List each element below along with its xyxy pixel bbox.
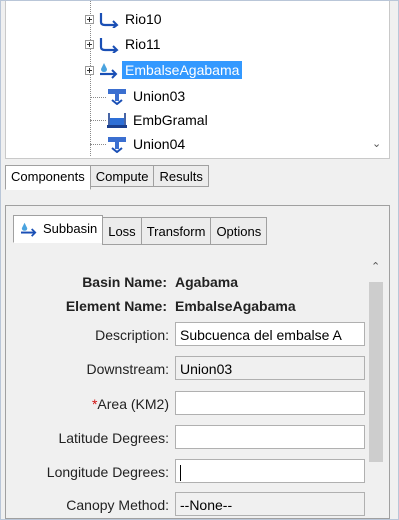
expand-icon[interactable] bbox=[85, 39, 94, 49]
tree-item-embalseagabama[interactable]: EmbalseAgabama bbox=[85, 59, 243, 81]
area-label-text: Area (KM2) bbox=[97, 396, 169, 412]
panel-tab-row: Components Compute Results bbox=[5, 165, 209, 190]
area-field[interactable] bbox=[175, 391, 365, 415]
junction-icon bbox=[108, 137, 126, 153]
tab-loss[interactable]: Loss bbox=[102, 217, 142, 245]
tab-components[interactable]: Components bbox=[5, 165, 91, 190]
reservoir-icon bbox=[107, 113, 127, 128]
tree-item-rio10[interactable]: Rio10 bbox=[85, 8, 165, 30]
tree-guide-line bbox=[90, 120, 106, 121]
tree-guide-line bbox=[90, 144, 106, 145]
longitude-field[interactable] bbox=[175, 459, 365, 483]
tab-compute[interactable]: Compute bbox=[89, 165, 155, 187]
tree-guide-line bbox=[90, 97, 106, 98]
tree-item-label: Union04 bbox=[133, 136, 186, 152]
tree-item-label: Rio10 bbox=[125, 11, 162, 27]
area-label: *Area (KM2) bbox=[92, 396, 169, 412]
subbasin-icon bbox=[21, 222, 37, 237]
downstream-select[interactable]: Union03 bbox=[175, 356, 365, 380]
tree-item-rio11[interactable]: Rio11 bbox=[85, 33, 164, 55]
scroll-down-icon[interactable]: ⌄ bbox=[372, 137, 381, 150]
basin-name-value: Agabama bbox=[175, 274, 239, 290]
latitude-field[interactable] bbox=[175, 425, 365, 449]
basin-name-label: Basin Name: bbox=[82, 274, 167, 290]
expand-icon[interactable] bbox=[85, 14, 94, 24]
description-field[interactable]: Subcuenca del embalse A bbox=[175, 322, 365, 346]
scrollbar-thumb[interactable] bbox=[369, 282, 383, 462]
tree-item-union03[interactable]: Union03 bbox=[106, 85, 188, 107]
element-name-label: Element Name: bbox=[65, 298, 167, 314]
expand-icon[interactable] bbox=[85, 65, 94, 75]
tab-options[interactable]: Options bbox=[210, 217, 268, 245]
scroll-up-icon[interactable]: ⌃ bbox=[371, 260, 380, 273]
latitude-label: Latitude Degrees: bbox=[58, 430, 169, 446]
text-caret bbox=[180, 465, 181, 482]
subbasin-icon bbox=[99, 13, 119, 28]
tab-transform[interactable]: Transform bbox=[140, 217, 212, 245]
description-label: Description: bbox=[95, 327, 169, 343]
tree-item-label: EmbalseAgabama bbox=[122, 61, 243, 79]
element-name-value: EmbalseAgabama bbox=[175, 298, 296, 314]
editor-tab-row: Subbasin Loss Transform Options bbox=[13, 215, 268, 245]
downstream-label: Downstream: bbox=[86, 361, 169, 377]
subbasin-icon bbox=[99, 38, 119, 53]
tab-subbasin[interactable]: Subbasin bbox=[13, 215, 104, 243]
longitude-label: Longitude Degrees: bbox=[46, 464, 169, 480]
tree-item-label: Rio11 bbox=[125, 36, 161, 52]
junction-icon bbox=[108, 89, 126, 105]
canopy-method-label: Canopy Method: bbox=[66, 497, 169, 513]
tree-item-label: EmbGramal bbox=[133, 112, 208, 128]
component-tree[interactable]: Rio10 Rio11 EmbalseAgabama Union03 EmbGr… bbox=[5, 1, 390, 159]
tab-subbasin-label: Subbasin bbox=[43, 221, 98, 236]
form-scrollbar[interactable]: ⌃ bbox=[367, 258, 385, 516]
window-frame: Rio10 Rio11 EmbalseAgabama Union03 EmbGr… bbox=[0, 0, 399, 520]
canopy-method-select[interactable]: --None-- bbox=[175, 492, 365, 516]
tab-results[interactable]: Results bbox=[153, 165, 209, 187]
tree-item-label: Union03 bbox=[133, 88, 186, 104]
tree-item-union04[interactable]: Union04 bbox=[106, 133, 188, 155]
tree-item-embgramal[interactable]: EmbGramal bbox=[106, 109, 211, 131]
subbasin-icon bbox=[100, 63, 118, 79]
